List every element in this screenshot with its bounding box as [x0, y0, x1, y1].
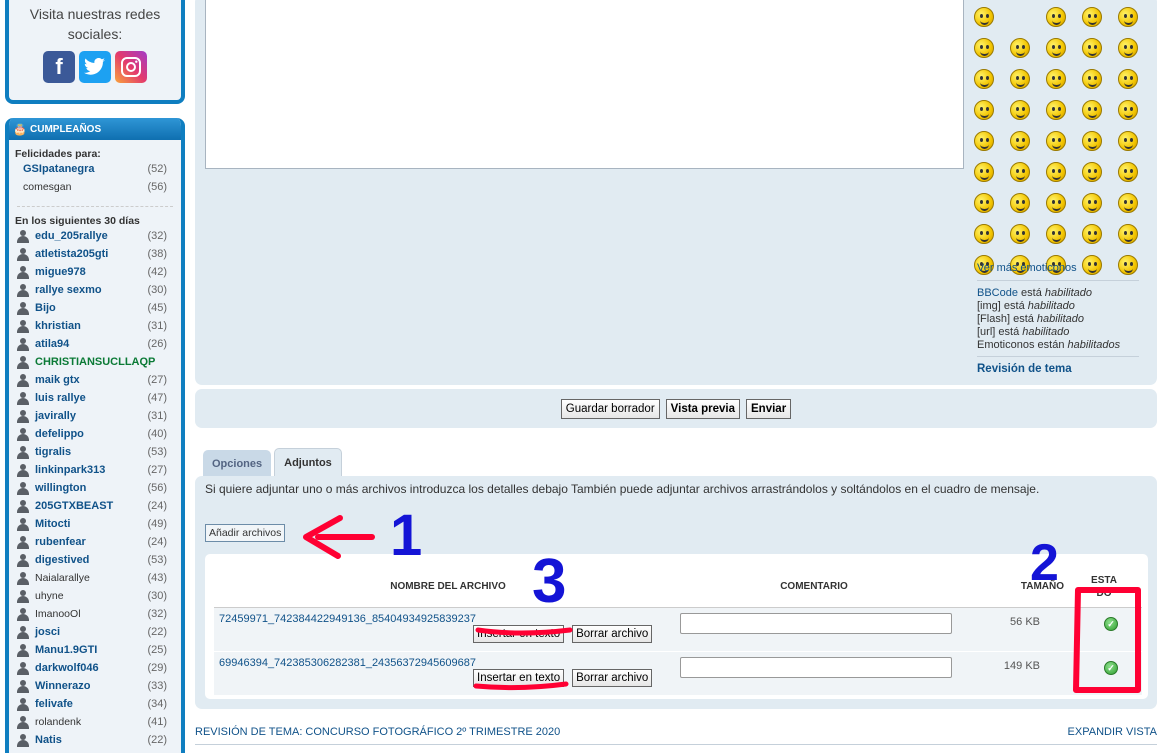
annotation-number-3: 3	[532, 547, 566, 616]
annotation-number-1: 1	[390, 503, 422, 568]
annotation-number-2: 2	[1030, 534, 1059, 592]
red-underline-1	[475, 627, 573, 636]
annotation-layer: 1 2 3	[303, 503, 1141, 693]
red-status-box	[1073, 587, 1141, 693]
red-underline-2	[473, 681, 569, 691]
